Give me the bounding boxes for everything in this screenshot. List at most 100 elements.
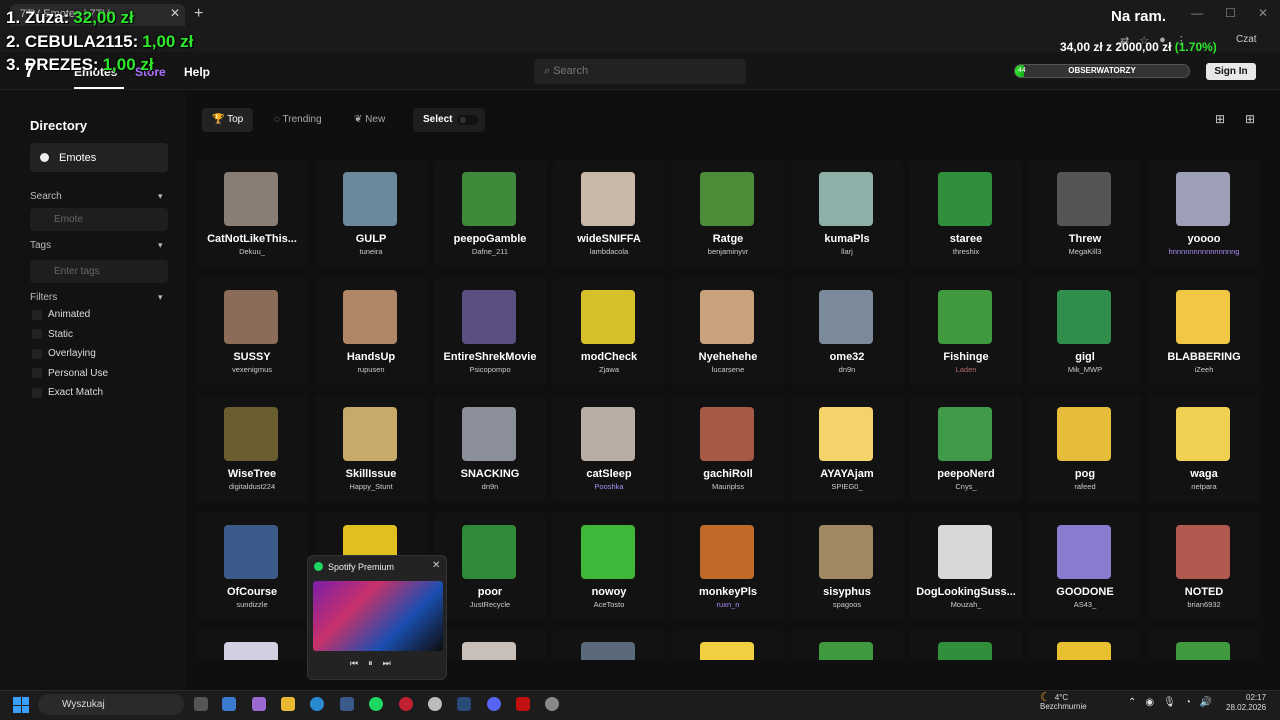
emote-author[interactable]: Zjawa <box>545 365 673 374</box>
filter-overlaying[interactable]: Overlaying <box>32 348 96 359</box>
emote-card[interactable] <box>910 630 1022 660</box>
file-explorer-icon[interactable] <box>281 697 295 711</box>
emote-card[interactable]: modCheck Zjawa <box>553 277 665 385</box>
emote-author[interactable]: sundizzle <box>188 600 316 609</box>
emote-card[interactable]: CatNotLikeThis... Dekuu_ <box>196 160 308 267</box>
large-grid-icon[interactable]: ⊞ <box>1215 112 1225 126</box>
emote-card[interactable]: SUSSY vexenigmus <box>196 277 308 385</box>
emote-author[interactable]: tuneira <box>307 247 435 256</box>
volume-icon[interactable]: 🔊 <box>1200 697 1212 708</box>
emote-card[interactable]: SNACKING dn9n <box>434 395 546 502</box>
task-view-icon[interactable] <box>194 697 208 711</box>
emote-author[interactable]: iZeeh <box>1140 365 1268 374</box>
emote-card[interactable]: wideSNIFFA lambdacola <box>553 160 665 267</box>
emote-card[interactable]: EntireShrekMovie Psicopompo <box>434 277 546 385</box>
emote-author[interactable]: Dafne_211 <box>426 247 554 256</box>
emote-card[interactable]: Nyehehehe lucarsene <box>672 277 784 385</box>
emote-card[interactable]: DogLookingSuss... Mouzah_ <box>910 512 1022 620</box>
chevron-down-icon[interactable]: ▾ <box>158 191 163 202</box>
emote-author[interactable]: Happy_Stunt <box>307 482 435 491</box>
spotify-taskbar-icon[interactable] <box>369 697 383 711</box>
settings-icon[interactable] <box>545 697 559 711</box>
emote-author[interactable]: lucarsene <box>664 365 792 374</box>
emote-author[interactable]: Laden <box>902 365 1030 374</box>
emote-author[interactable]: dn9n <box>783 365 911 374</box>
emote-author[interactable]: Mik_MWP <box>1021 365 1149 374</box>
emote-card[interactable]: kumaPls llarj <box>791 160 903 267</box>
emote-card[interactable]: Fishinge Laden <box>910 277 1022 385</box>
tab-trending[interactable]: ◌ Trending <box>264 108 332 132</box>
app-icon[interactable] <box>516 697 530 711</box>
emote-card[interactable]: WiseTree digitaldust224 <box>196 395 308 502</box>
emote-card[interactable]: waga netpara <box>1148 395 1260 502</box>
tab-new[interactable]: ❦ New <box>344 108 395 132</box>
emote-author[interactable]: lambdacola <box>545 247 673 256</box>
emote-card[interactable]: AYAYAjam SPIEG0_ <box>791 395 903 502</box>
emote-card[interactable]: sisyphus spagoos <box>791 512 903 620</box>
emote-author[interactable]: netpara <box>1140 482 1268 491</box>
emote-card[interactable]: poor JustRecycle <box>434 512 546 620</box>
tags-field[interactable]: Enter tags <box>30 260 168 283</box>
small-grid-icon[interactable]: ⊞ <box>1245 112 1255 126</box>
clock[interactable]: 02:17 28.02.2026 <box>1226 693 1266 713</box>
emote-author[interactable]: AS43_ <box>1021 600 1149 609</box>
new-tab-button[interactable]: + <box>194 5 203 23</box>
emote-author[interactable]: llarj <box>783 247 911 256</box>
filter-animated[interactable]: Animated <box>32 309 90 320</box>
emote-card[interactable]: GULP tuneira <box>315 160 427 267</box>
emote-card[interactable]: peepoGamble Dafne_211 <box>434 160 546 267</box>
emote-author[interactable]: Mouzah_ <box>902 600 1030 609</box>
taskbar-search[interactable]: Wyszukaj <box>38 694 184 715</box>
spotify-miniplayer[interactable]: Spotify Premium ✕ ⏮ ⏸ ⏭ <box>307 555 447 680</box>
emote-author[interactable]: spagoos <box>783 600 911 609</box>
sign-in-button[interactable]: Sign In <box>1206 63 1256 80</box>
emote-card[interactable]: peepoNerd Cnys_ <box>910 395 1022 502</box>
discord-icon[interactable] <box>487 697 501 711</box>
emote-card[interactable]: HandsUp rupusen <box>315 277 427 385</box>
emote-card[interactable]: yoooo hnnnnnnnnnnnnnnng <box>1148 160 1260 267</box>
wifi-icon[interactable]: ◔ <box>1185 697 1191 708</box>
emote-author[interactable]: AceTosto <box>545 600 673 609</box>
emote-author[interactable]: rupusen <box>307 365 435 374</box>
emote-author[interactable]: ruxn_n <box>664 600 792 609</box>
emote-search-field[interactable]: Emote <box>30 208 168 231</box>
emote-card[interactable] <box>1148 630 1260 660</box>
emote-card[interactable] <box>553 630 665 660</box>
checkbox[interactable] <box>32 387 42 398</box>
minimize-icon[interactable]: — <box>1191 6 1203 20</box>
emote-author[interactable]: hnnnnnnnnnnnnnnng <box>1140 247 1268 256</box>
close-icon[interactable]: ✕ <box>432 560 440 571</box>
checkbox[interactable] <box>32 368 42 378</box>
tab-top[interactable]: 🏆 Top <box>202 108 254 132</box>
emote-card[interactable]: OfCourse sundizzle <box>196 512 308 620</box>
emote-author[interactable]: Dekuu_ <box>188 247 316 256</box>
close-window-icon[interactable]: ✕ <box>1258 6 1268 20</box>
copilot-icon[interactable] <box>252 697 266 711</box>
network-icon[interactable]: ◉ <box>1145 697 1154 708</box>
emote-card[interactable] <box>791 630 903 660</box>
emote-author[interactable]: threshix <box>902 247 1030 256</box>
emote-author[interactable]: Mauriplss <box>664 482 792 491</box>
next-icon[interactable]: ⏭ <box>383 658 391 669</box>
store-icon[interactable] <box>340 697 354 711</box>
emote-card[interactable] <box>672 630 784 660</box>
copilot-chat-button[interactable]: Czat <box>1236 34 1257 45</box>
chevron-down-icon[interactable]: ▾ <box>158 240 163 251</box>
emote-card[interactable]: BLABBERING iZeeh <box>1148 277 1260 385</box>
emote-author[interactable]: rafeed <box>1021 482 1149 491</box>
search-input[interactable]: ⌕ Search <box>534 59 746 84</box>
emote-author[interactable]: MegaKill3 <box>1021 247 1149 256</box>
emote-card[interactable]: GOODONE AS43_ <box>1029 512 1141 620</box>
emote-card[interactable]: Ratge benjaminyvr <box>672 160 784 267</box>
weather-widget[interactable]: ☾ 4°C Bezchmurnie <box>1040 691 1087 711</box>
emote-author[interactable]: SPIEG0_ <box>783 482 911 491</box>
previous-icon[interactable]: ⏮ <box>350 658 358 669</box>
checkbox[interactable] <box>32 309 42 320</box>
checkbox[interactable] <box>32 329 42 339</box>
checkbox[interactable] <box>32 348 42 359</box>
widgets-icon[interactable] <box>222 697 236 711</box>
edge-icon[interactable] <box>310 697 324 711</box>
sidebar-item-emotes[interactable]: Emotes <box>30 143 168 172</box>
emote-card[interactable]: Threw MegaKill3 <box>1029 160 1141 267</box>
emote-card[interactable]: ome32 dn9n <box>791 277 903 385</box>
